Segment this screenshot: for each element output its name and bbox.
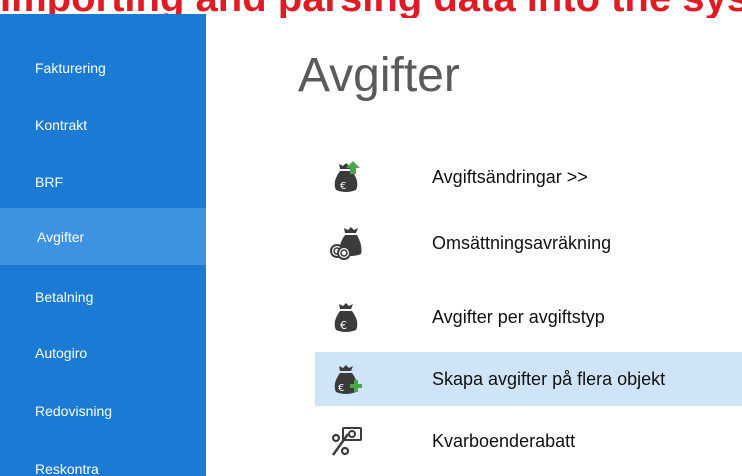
action-omsattningsavrakning[interactable]: Omsättningsavräkning xyxy=(315,216,742,270)
action-label: Avgiftsändringar >> xyxy=(432,166,588,187)
percent-discount-icon xyxy=(329,424,363,458)
svg-text:€: € xyxy=(340,319,347,332)
sidebar-item-label: Redovisning xyxy=(35,402,113,419)
action-label: Avgifter per avgiftstyp xyxy=(432,306,605,327)
money-bag-euro-icon: € xyxy=(329,300,363,334)
sidebar-item-avgifter[interactable]: Avgifter xyxy=(0,208,206,265)
sidebar-item-label: BRF xyxy=(35,173,63,190)
action-label: Omsättningsavräkning xyxy=(432,232,612,253)
action-avgifter-per-avgiftstyp[interactable]: € Avgifter per avgiftstyp xyxy=(315,290,742,344)
sidebar-item-autogiro[interactable]: Autogiro xyxy=(0,324,206,381)
page-title: Avgifter xyxy=(298,49,460,102)
sidebar-item-reskontra[interactable]: Reskontra xyxy=(0,440,206,476)
action-avgiftsandringar[interactable]: € Avgiftsändringar >> xyxy=(315,150,742,204)
money-bag-euro-up-arrow-icon: € xyxy=(329,160,363,194)
sidebar-item-label: Fakturering xyxy=(35,59,106,76)
sidebar-item-redovisning[interactable]: Redovisning xyxy=(0,382,206,439)
sidebar-item-label: Avgifter xyxy=(37,228,85,245)
sidebar-item-label: Autogiro xyxy=(35,344,88,361)
action-label: Skapa avgifter på flera objekt xyxy=(432,368,666,389)
money-bag-euro-plus-icon: € xyxy=(329,362,363,396)
action-kvarboenderabatt[interactable]: Kvarboenderabatt xyxy=(315,414,742,468)
sidebar: Fakturering Kontrakt BRF Avgifter Betaln… xyxy=(0,14,206,476)
sidebar-item-betalning[interactable]: Betalning xyxy=(0,268,206,325)
money-bag-coins-icon xyxy=(329,226,363,260)
sidebar-item-label: Betalning xyxy=(35,288,94,305)
action-label: Kvarboenderabatt xyxy=(432,430,576,451)
sidebar-item-label: Reskontra xyxy=(35,460,99,476)
sidebar-item-kontrakt[interactable]: Kontrakt xyxy=(0,96,206,153)
action-skapa-avgifter-pa-flera-objekt[interactable]: € Skapa avgifter på flera objekt xyxy=(315,352,742,406)
app-window: Importing and parsing data into the syst… xyxy=(0,0,742,476)
sidebar-item-label: Kontrakt xyxy=(35,116,88,133)
svg-text:€: € xyxy=(340,181,346,192)
svg-text:€: € xyxy=(338,383,344,394)
sidebar-item-brf[interactable]: BRF xyxy=(0,153,206,210)
sidebar-item-fakturering[interactable]: Fakturering xyxy=(0,39,206,96)
